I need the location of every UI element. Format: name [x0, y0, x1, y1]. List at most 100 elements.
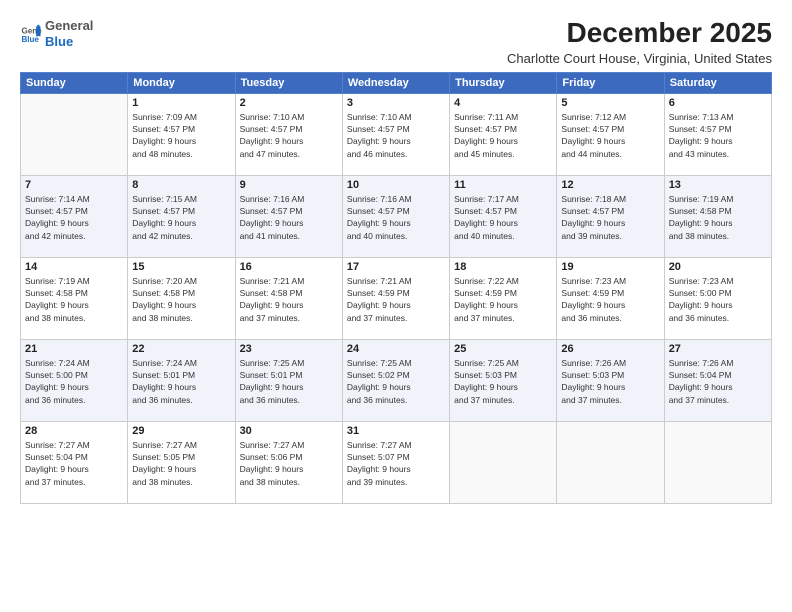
day-number: 14: [25, 261, 123, 273]
weekday-header-tuesday: Tuesday: [235, 72, 342, 93]
day-number: 15: [132, 261, 230, 273]
logo-blue: Blue: [45, 34, 73, 49]
calendar-cell: 28 Sunrise: 7:27 AM Sunset: 5:04 PM Dayli…: [21, 421, 128, 503]
calendar-cell: 13Sunrise: 7:19 AM Sunset: 4:58 PM Dayli…: [664, 175, 771, 257]
day-info: Sunrise: 7:11 AM Sunset: 4:57 PM Dayligh…: [454, 111, 552, 160]
calendar-cell: 18Sunrise: 7:22 AM Sunset: 4:59 PM Dayli…: [450, 257, 557, 339]
calendar-cell: 15 Sunrise: 7:20 AM Sunset: 4:58 PM Dayli…: [128, 257, 235, 339]
calendar-cell: [664, 421, 771, 503]
day-info: Sunrise: 7:20 AM Sunset: 4:58 PM Dayligh…: [132, 275, 230, 324]
calendar-cell: 26 Sunrise: 7:26 AM Sunset: 5:03 PM Dayli…: [557, 339, 664, 421]
day-number: 21: [25, 343, 123, 355]
calendar-cell: 7 Sunrise: 7:14 AM Sunset: 4:57 PM Daylig…: [21, 175, 128, 257]
calendar-cell: 27Sunrise: 7:26 AM Sunset: 5:04 PM Dayli…: [664, 339, 771, 421]
week-row-3: 14 Sunrise: 7:19 AM Sunset: 4:58 PM Dayli…: [21, 257, 772, 339]
calendar-cell: 30Sunrise: 7:27 AM Sunset: 5:06 PM Dayli…: [235, 421, 342, 503]
day-number: 26: [561, 343, 659, 355]
calendar-cell: 5Sunrise: 7:12 AM Sunset: 4:57 PM Daylig…: [557, 93, 664, 175]
day-number: 6: [669, 97, 767, 109]
day-info: Sunrise: 7:15 AM Sunset: 4:57 PM Dayligh…: [132, 193, 230, 242]
calendar-cell: 9 Sunrise: 7:16 AM Sunset: 4:57 PM Daylig…: [235, 175, 342, 257]
day-number: 3: [347, 97, 445, 109]
day-number: 29: [132, 425, 230, 437]
day-info: Sunrise: 7:21 AM Sunset: 4:58 PM Dayligh…: [240, 275, 338, 324]
day-number: 31: [347, 425, 445, 437]
day-number: 5: [561, 97, 659, 109]
day-info: Sunrise: 7:10 AM Sunset: 4:57 PM Dayligh…: [347, 111, 445, 160]
calendar-cell: 23 Sunrise: 7:25 AM Sunset: 5:01 PM Dayli…: [235, 339, 342, 421]
calendar-cell: 29 Sunrise: 7:27 AM Sunset: 5:05 PM Dayli…: [128, 421, 235, 503]
location-title: Charlotte Court House, Virginia, United …: [507, 51, 772, 66]
day-info: Sunrise: 7:23 AM Sunset: 4:59 PM Dayligh…: [561, 275, 659, 324]
day-number: 9: [240, 179, 338, 191]
day-number: 17: [347, 261, 445, 273]
day-info: Sunrise: 7:24 AM Sunset: 5:01 PM Dayligh…: [132, 357, 230, 406]
weekday-header-wednesday: Wednesday: [342, 72, 449, 93]
day-info: Sunrise: 7:16 AM Sunset: 4:57 PM Dayligh…: [347, 193, 445, 242]
calendar-cell: [557, 421, 664, 503]
day-info: Sunrise: 7:26 AM Sunset: 5:04 PM Dayligh…: [669, 357, 767, 406]
title-area: December 2025 Charlotte Court House, Vir…: [507, 18, 772, 66]
day-info: Sunrise: 7:27 AM Sunset: 5:04 PM Dayligh…: [25, 439, 123, 488]
calendar-cell: 20Sunrise: 7:23 AM Sunset: 5:00 PM Dayli…: [664, 257, 771, 339]
calendar-cell: 12Sunrise: 7:18 AM Sunset: 4:57 PM Dayli…: [557, 175, 664, 257]
calendar-cell: 4 Sunrise: 7:11 AM Sunset: 4:57 PM Daylig…: [450, 93, 557, 175]
day-info: Sunrise: 7:19 AM Sunset: 4:58 PM Dayligh…: [25, 275, 123, 324]
header: General Blue General Blue December 2025 …: [20, 18, 772, 66]
weekday-header-monday: Monday: [128, 72, 235, 93]
week-row-2: 7 Sunrise: 7:14 AM Sunset: 4:57 PM Daylig…: [21, 175, 772, 257]
day-number: 4: [454, 97, 552, 109]
calendar-cell: [450, 421, 557, 503]
week-row-4: 21 Sunrise: 7:24 AM Sunset: 5:00 PM Dayli…: [21, 339, 772, 421]
day-number: 23: [240, 343, 338, 355]
calendar-cell: 14 Sunrise: 7:19 AM Sunset: 4:58 PM Dayli…: [21, 257, 128, 339]
logo-general: General: [45, 18, 93, 33]
day-number: 11: [454, 179, 552, 191]
day-number: 2: [240, 97, 338, 109]
calendar-cell: 6Sunrise: 7:13 AM Sunset: 4:57 PM Daylig…: [664, 93, 771, 175]
calendar-cell: 10 Sunrise: 7:16 AM Sunset: 4:57 PM Dayli…: [342, 175, 449, 257]
day-number: 16: [240, 261, 338, 273]
day-info: Sunrise: 7:24 AM Sunset: 5:00 PM Dayligh…: [25, 357, 123, 406]
weekday-header-row: SundayMondayTuesdayWednesdayThursdayFrid…: [21, 72, 772, 93]
weekday-header-sunday: Sunday: [21, 72, 128, 93]
calendar-page: General Blue General Blue December 2025 …: [0, 0, 792, 612]
calendar-cell: 1Sunrise: 7:09 AM Sunset: 4:57 PM Daylig…: [128, 93, 235, 175]
calendar-cell: 8 Sunrise: 7:15 AM Sunset: 4:57 PM Daylig…: [128, 175, 235, 257]
calendar-cell: 19Sunrise: 7:23 AM Sunset: 4:59 PM Dayli…: [557, 257, 664, 339]
calendar-cell: 21 Sunrise: 7:24 AM Sunset: 5:00 PM Dayli…: [21, 339, 128, 421]
day-info: Sunrise: 7:26 AM Sunset: 5:03 PM Dayligh…: [561, 357, 659, 406]
calendar-cell: [21, 93, 128, 175]
day-info: Sunrise: 7:14 AM Sunset: 4:57 PM Dayligh…: [25, 193, 123, 242]
day-info: Sunrise: 7:16 AM Sunset: 4:57 PM Dayligh…: [240, 193, 338, 242]
calendar-cell: 25Sunrise: 7:25 AM Sunset: 5:03 PM Dayli…: [450, 339, 557, 421]
calendar-cell: 31Sunrise: 7:27 AM Sunset: 5:07 PM Dayli…: [342, 421, 449, 503]
day-number: 28: [25, 425, 123, 437]
svg-text:Blue: Blue: [21, 35, 39, 44]
day-number: 24: [347, 343, 445, 355]
day-info: Sunrise: 7:19 AM Sunset: 4:58 PM Dayligh…: [669, 193, 767, 242]
week-row-5: 28 Sunrise: 7:27 AM Sunset: 5:04 PM Dayli…: [21, 421, 772, 503]
calendar-cell: 17 Sunrise: 7:21 AM Sunset: 4:59 PM Dayli…: [342, 257, 449, 339]
logo-wordmark: General Blue: [45, 18, 93, 49]
weekday-header-saturday: Saturday: [664, 72, 771, 93]
weekday-header-thursday: Thursday: [450, 72, 557, 93]
day-info: Sunrise: 7:25 AM Sunset: 5:02 PM Dayligh…: [347, 357, 445, 406]
weekday-header-friday: Friday: [557, 72, 664, 93]
day-info: Sunrise: 7:23 AM Sunset: 5:00 PM Dayligh…: [669, 275, 767, 324]
day-number: 8: [132, 179, 230, 191]
day-info: Sunrise: 7:27 AM Sunset: 5:06 PM Dayligh…: [240, 439, 338, 488]
day-info: Sunrise: 7:21 AM Sunset: 4:59 PM Dayligh…: [347, 275, 445, 324]
day-number: 10: [347, 179, 445, 191]
day-info: Sunrise: 7:22 AM Sunset: 4:59 PM Dayligh…: [454, 275, 552, 324]
day-info: Sunrise: 7:25 AM Sunset: 5:03 PM Dayligh…: [454, 357, 552, 406]
calendar-cell: 2Sunrise: 7:10 AM Sunset: 4:57 PM Daylig…: [235, 93, 342, 175]
day-number: 12: [561, 179, 659, 191]
calendar-cell: 22Sunrise: 7:24 AM Sunset: 5:01 PM Dayli…: [128, 339, 235, 421]
day-info: Sunrise: 7:17 AM Sunset: 4:57 PM Dayligh…: [454, 193, 552, 242]
day-info: Sunrise: 7:27 AM Sunset: 5:05 PM Dayligh…: [132, 439, 230, 488]
day-info: Sunrise: 7:09 AM Sunset: 4:57 PM Dayligh…: [132, 111, 230, 160]
day-number: 7: [25, 179, 123, 191]
logo: General Blue General Blue: [20, 18, 93, 49]
day-info: Sunrise: 7:25 AM Sunset: 5:01 PM Dayligh…: [240, 357, 338, 406]
